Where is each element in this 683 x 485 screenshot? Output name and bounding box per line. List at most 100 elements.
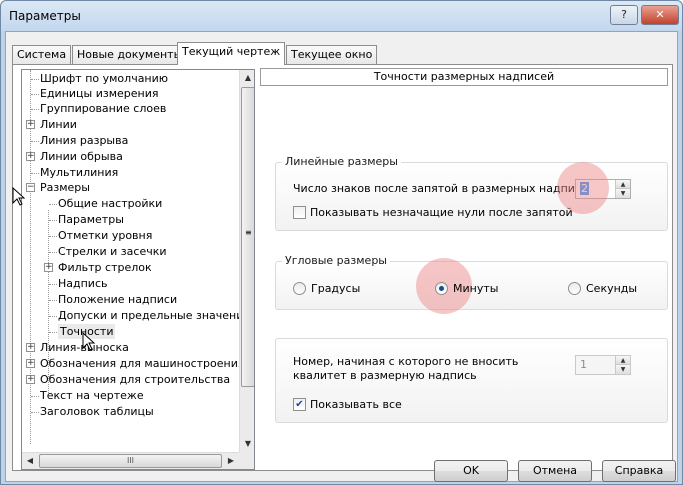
grip-icon: ≡	[245, 228, 252, 237]
tree-item-label: Обозначения для машиностроения	[40, 357, 245, 370]
minutes-label: Минуты	[453, 282, 499, 295]
scroll-down-icon[interactable]: ▼	[240, 436, 254, 452]
scroll-left-icon[interactable]: ◀	[22, 453, 38, 469]
cancel-button[interactable]: Отмена	[518, 460, 592, 482]
tab-current-window[interactable]: Текущее окно	[286, 45, 378, 64]
window-title: Параметры	[9, 9, 81, 23]
scroll-thumb[interactable]: ≡	[241, 87, 254, 387]
title-bar[interactable]: Параметры ? ✕	[1, 1, 682, 31]
tab-label: Новые документы	[77, 48, 183, 61]
tree-connector	[49, 220, 57, 221]
show-all-checkbox[interactable]: ✔	[293, 398, 306, 411]
tree-item-layer-grouping[interactable]: Группирование слоев	[40, 101, 166, 116]
scroll-corner	[239, 452, 254, 469]
tree-item-label: Положение надписи	[58, 293, 178, 306]
tab-panel: Шрифт по умолчанию Единицы измерения Гру…	[12, 64, 673, 471]
tree-item-units[interactable]: Единицы измерения	[40, 86, 159, 101]
tree-item-label: Стрелки и засечки	[58, 245, 167, 258]
tree-connector	[31, 94, 39, 95]
tab-system[interactable]: Система	[12, 45, 72, 64]
grip-icon: III	[126, 456, 135, 465]
decimals-label: Число знаков после запятой в размерных н…	[293, 182, 595, 195]
tree-horizontal-scrollbar[interactable]: ◀ III ▶	[22, 452, 239, 469]
tree-connector	[31, 109, 39, 110]
scroll-right-icon[interactable]: ▶	[223, 453, 239, 469]
tab-label: Текущий чертеж	[182, 45, 281, 58]
tree-item-level-marks[interactable]: Отметки уровня	[58, 228, 152, 243]
tree-connector	[49, 300, 57, 301]
scroll-thumb[interactable]: III	[39, 454, 222, 468]
tolerance-stepper[interactable]: 1 ▲ ▼	[575, 355, 631, 375]
tree-connector	[49, 236, 57, 237]
help-title-button[interactable]: ?	[610, 5, 638, 25]
tree-item-default-font[interactable]: Шрифт по умолчанию	[40, 71, 168, 86]
tree-item-multiline[interactable]: Мультилиния	[40, 165, 118, 180]
tree-item-label: Линии	[40, 118, 77, 131]
expand-icon[interactable]: +	[26, 152, 35, 161]
scroll-up-icon[interactable]: ▲	[240, 70, 254, 86]
tree-item-label: Надпись	[58, 277, 108, 290]
tab-current-drawing[interactable]: Текущий чертеж	[177, 42, 286, 65]
tree-item-label: Единицы измерения	[40, 87, 159, 100]
spin-down-icon[interactable]: ▼	[616, 365, 630, 374]
options-dialog: Параметры ? ✕ Система Новые документы Те…	[0, 0, 683, 485]
show-zeros-checkbox[interactable]	[293, 206, 306, 219]
tab-new-documents[interactable]: Новые документы	[72, 45, 188, 64]
expand-icon[interactable]: +	[44, 263, 53, 272]
group-title: Линейные размеры	[282, 155, 401, 168]
tree-item-label: Шрифт по умолчанию	[40, 72, 169, 85]
settings-tree[interactable]: Шрифт по умолчанию Единицы измерения Гру…	[21, 69, 255, 470]
tab-label: Система	[17, 48, 67, 61]
tree-connector	[49, 332, 57, 333]
checkmark-icon: ✔	[295, 399, 304, 410]
tree-connector	[31, 79, 39, 80]
tree-item-general-settings[interactable]: Общие настройки	[58, 196, 162, 211]
tree-connector	[31, 141, 39, 142]
tree-item-label: Линии обрыва	[40, 150, 123, 163]
tree-item-construction-symbols[interactable]: Обозначения для строительства	[40, 372, 230, 387]
tree-item-label-position[interactable]: Положение надписи	[58, 292, 177, 307]
tree-item-label: Обозначения для строительства	[40, 373, 231, 386]
spin-down-icon[interactable]: ▼	[616, 189, 630, 198]
tree-item-label: Линия разрыва	[40, 134, 129, 147]
spin-up-icon[interactable]: ▲	[616, 180, 630, 189]
tree-item-parameters[interactable]: Параметры	[58, 212, 124, 227]
tree-item-tolerances[interactable]: Допуски и предельные значени	[58, 308, 243, 323]
tree-connector	[49, 284, 57, 285]
minutes-radio[interactable]	[435, 282, 448, 295]
tree-item-label: Общие настройки	[58, 197, 163, 210]
tree-item-dimensions[interactable]: Размеры	[40, 180, 90, 195]
tolerance-value: 1	[580, 358, 587, 371]
expand-icon[interactable]: +	[26, 343, 35, 352]
help-button[interactable]: Справка	[602, 460, 676, 482]
tree-item-break-line[interactable]: Линия разрыва	[40, 133, 128, 148]
tree-item-arrows-ticks[interactable]: Стрелки и засечки	[58, 244, 167, 259]
expand-icon[interactable]: +	[26, 120, 35, 129]
tree-item-lines[interactable]: Линии	[40, 117, 77, 132]
collapse-icon[interactable]: −	[26, 183, 35, 192]
tree-item-arrow-filter[interactable]: Фильтр стрелок	[58, 260, 152, 275]
spin-up-icon[interactable]: ▲	[616, 356, 630, 365]
expand-icon[interactable]: +	[26, 359, 35, 368]
close-icon: ✕	[655, 8, 665, 21]
tree-item-drawing-text[interactable]: Текст на чертеже	[40, 388, 144, 403]
seconds-radio[interactable]	[568, 282, 581, 295]
tree-item-table-header[interactable]: Заголовок таблицы	[40, 404, 154, 419]
click-highlight	[557, 162, 609, 214]
tree-item-label: Параметры	[58, 213, 124, 226]
tree-item-label: Текст на чертеже	[40, 389, 144, 402]
tree-item-cut-lines[interactable]: Линии обрыва	[40, 149, 123, 164]
tree-item-label: Заголовок таблицы	[40, 405, 154, 418]
tab-label: Текущее окно	[291, 48, 373, 61]
tree-item-label: Допуски и предельные значени	[58, 309, 244, 322]
degrees-radio[interactable]	[293, 282, 306, 295]
tree-item-label-text[interactable]: Надпись	[58, 276, 108, 291]
show-zeros-label: Показывать незначащие нули после запятой	[310, 206, 573, 219]
ok-button[interactable]: OK	[434, 460, 508, 482]
expand-icon[interactable]: +	[26, 375, 35, 384]
tree-vertical-scrollbar[interactable]: ▲ ≡ ▼	[239, 70, 254, 452]
stepper-buttons: ▲ ▼	[615, 180, 630, 198]
tree-item-label: Фильтр стрелок	[58, 261, 152, 274]
close-button[interactable]: ✕	[641, 5, 679, 25]
tree-item-mechanical-symbols[interactable]: Обозначения для машиностроения	[40, 356, 245, 371]
